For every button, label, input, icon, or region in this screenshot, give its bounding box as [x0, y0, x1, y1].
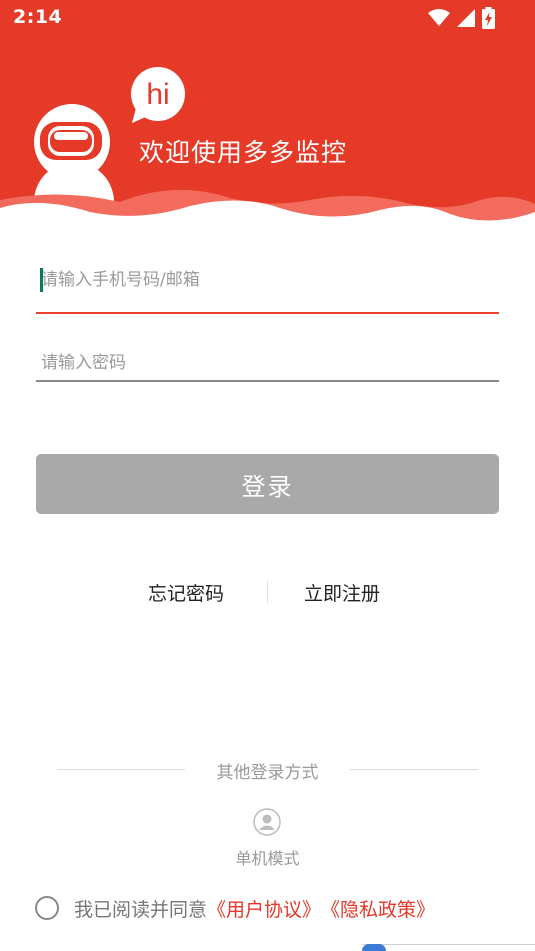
single-mode-label[interactable]: 单机模式	[0, 845, 535, 869]
privacy-policy-link[interactable]: 《隐私政策》	[321, 895, 435, 922]
bubble-text: hi	[146, 78, 169, 111]
hi-bubble-icon: hi	[131, 67, 185, 123]
signal-icon	[457, 9, 475, 27]
phone-email-field[interactable]	[36, 262, 499, 314]
user-agreement-link[interactable]: 《用户协议》	[207, 895, 321, 922]
status-bar: 2:14	[0, 0, 535, 36]
status-time: 2:14	[13, 6, 63, 28]
phone-email-input[interactable]	[36, 262, 499, 298]
status-icons	[428, 7, 495, 29]
forgot-password-link[interactable]: 忘记密码	[148, 579, 224, 606]
battery-charging-icon	[482, 7, 495, 29]
account-links: 忘记密码 立即注册	[0, 575, 535, 609]
divider-right	[350, 769, 478, 770]
login-button[interactable]: 登录	[36, 454, 499, 514]
other-login-title: 其他登录方式	[216, 763, 319, 783]
wifi-icon	[428, 9, 450, 26]
agreement-row: 我已阅读并同意 《用户协议》 《隐私政策》	[35, 895, 435, 921]
links-divider	[267, 581, 268, 603]
user-icon[interactable]	[253, 808, 281, 836]
text-caret	[40, 268, 43, 292]
agreement-checkbox[interactable]	[35, 896, 59, 920]
header-banner: 2:14 hi 欢迎使用多多监控	[0, 0, 535, 235]
header-wave	[0, 189, 535, 235]
agreement-text: 我已阅读并同意	[74, 898, 208, 921]
register-link[interactable]: 立即注册	[304, 579, 380, 606]
password-input[interactable]	[36, 347, 499, 379]
password-field[interactable]	[36, 347, 499, 382]
floating-dot[interactable]	[362, 944, 386, 951]
bottom-bar	[362, 944, 535, 951]
